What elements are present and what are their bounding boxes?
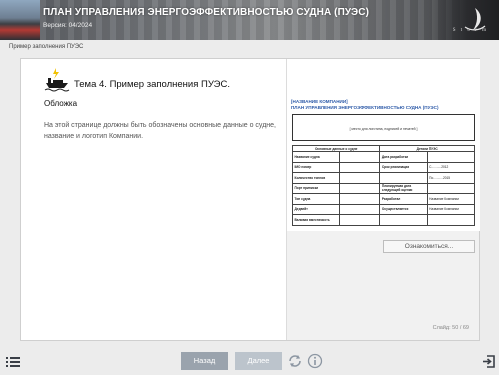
ship-icon bbox=[44, 68, 70, 92]
view-document-button[interactable]: Ознакомиться... bbox=[383, 240, 475, 253]
doc-plan-title: ПЛАН УПРАВЛЕНИЯ ЭНЕРГОЭФФЕКТИВНОСТЬЮ СУД… bbox=[291, 105, 439, 110]
table-cell: Дедвейт bbox=[291, 203, 341, 215]
table-cell: Срок реализации bbox=[379, 161, 428, 173]
section-description: На этой странице должны быть обозначены … bbox=[44, 122, 276, 140]
exit-icon[interactable] bbox=[482, 355, 495, 368]
info-icon[interactable] bbox=[307, 353, 323, 369]
course-header: ПЛАН УПРАВЛЕНИЯ ЭНЕРГОЭФФЕКТИВНОСТЬЮ СУД… bbox=[0, 0, 499, 40]
table-cell: Название судна bbox=[291, 151, 341, 163]
table-row: Тип судна Разработал Название Компании bbox=[291, 193, 476, 205]
table-cell bbox=[426, 214, 476, 226]
table-cell: Порт приписки bbox=[291, 182, 341, 194]
table-cell: Название Компании bbox=[426, 193, 476, 205]
table-row: Порт приписки Планируемая дата следующей… bbox=[291, 182, 476, 194]
table-cell bbox=[339, 214, 381, 226]
table-row: IMO номер Срок реализации С...........20… bbox=[291, 161, 476, 173]
table-cell bbox=[426, 151, 476, 163]
logo-wordmark: S t o r m bbox=[452, 28, 488, 33]
table-cell: С...........2012 bbox=[426, 161, 476, 173]
slide-counter: Слайд: 50 / 69 bbox=[432, 325, 469, 331]
table-cell bbox=[339, 193, 381, 205]
table-cell bbox=[339, 172, 381, 184]
next-button[interactable]: Далее bbox=[235, 352, 282, 370]
table-cell bbox=[339, 151, 381, 163]
replay-icon[interactable] bbox=[287, 353, 303, 369]
breadcrumb: Пример заполнения ПУЭС bbox=[9, 44, 84, 50]
doc-company-name: [НАЗВАНИЕ КОМПАНИИ] bbox=[291, 99, 348, 104]
table-cell: По...........2015 bbox=[426, 172, 476, 184]
table-cell: IMO номер bbox=[291, 161, 341, 173]
table-cell: Тип судна bbox=[291, 193, 341, 205]
slide-card: Тема 4. Пример заполнения ПУЭС. Обложка … bbox=[20, 58, 480, 341]
table-cell bbox=[426, 182, 476, 194]
table-cell: Планируемая дата следующей оценки bbox=[379, 182, 428, 194]
table-row: Дедвейт Осуществляется Название Компании bbox=[291, 203, 476, 215]
table-cell bbox=[379, 172, 428, 184]
table-row: Валовая вместимость bbox=[291, 214, 476, 226]
document-preview[interactable]: [НАЗВАНИЕ КОМПАНИИ] ПЛАН УПРАВЛЕНИЯ ЭНЕР… bbox=[287, 59, 480, 231]
table-cell: Разработал bbox=[379, 193, 428, 205]
table-cell bbox=[339, 203, 381, 215]
table-row: Название судна Дата разработки bbox=[291, 151, 476, 163]
table-cell bbox=[379, 214, 428, 226]
course-version: Версия: 04/2024 bbox=[43, 22, 93, 29]
course-title: ПЛАН УПРАВЛЕНИЯ ЭНЕРГОЭФФЕКТИВНОСТЬЮ СУД… bbox=[43, 7, 370, 18]
section-subtitle: Обложка bbox=[44, 99, 78, 108]
table-cell bbox=[339, 182, 381, 194]
doc-placeholder-text: [ место для логотипа, подписей и печатей… bbox=[349, 127, 418, 131]
table-cell: Название Компании bbox=[426, 203, 476, 215]
back-button[interactable]: Назад bbox=[181, 352, 228, 370]
slide-text-pane: Тема 4. Пример заполнения ПУЭС. Обложка … bbox=[21, 59, 286, 340]
menu-list-icon[interactable] bbox=[6, 356, 20, 368]
player-footer: Назад Далее bbox=[0, 348, 499, 375]
table-cell: Валовая вместимость bbox=[291, 214, 341, 226]
doc-ship-table: Основные данные о судне Детали ПУЭС Назв… bbox=[291, 145, 476, 226]
topic-title: Тема 4. Пример заполнения ПУЭС. bbox=[74, 79, 230, 90]
doc-logo-placeholder: [ место для логотипа, подписей и печатей… bbox=[292, 114, 475, 141]
document-preview-pane: [НАЗВАНИЕ КОМПАНИИ] ПЛАН УПРАВЛЕНИЯ ЭНЕР… bbox=[286, 59, 480, 340]
header-ship-photo bbox=[0, 0, 40, 40]
table-cell: Осуществляется bbox=[379, 203, 428, 215]
table-cell: Дата разработки bbox=[379, 151, 428, 163]
table-cell: Количество тоннов bbox=[291, 172, 341, 184]
table-row: Количество тоннов По...........2015 bbox=[291, 172, 476, 184]
table-cell bbox=[339, 161, 381, 173]
